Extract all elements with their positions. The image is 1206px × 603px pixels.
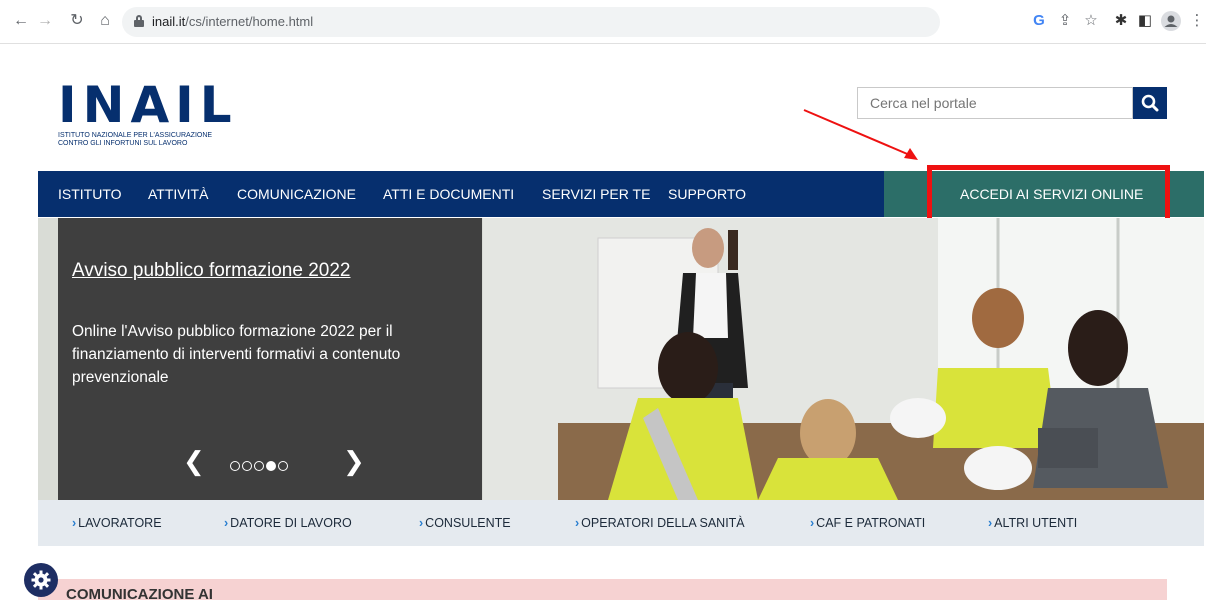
forward-arrow-icon[interactable]: → (34, 10, 56, 32)
audience-navigation: › LAVORATORE › DATORE DI LAVORO › CONSULENT… (38, 500, 1204, 546)
carousel-dot[interactable] (278, 461, 288, 471)
hero-description: Online l'Avviso pubblico formazione 2022… (72, 323, 401, 386)
browser-menu-icon[interactable]: ⋮ (1186, 10, 1206, 32)
home-icon[interactable]: ⌂ (94, 10, 116, 32)
logo-wordmark: INAIL (58, 76, 238, 134)
reload-icon[interactable]: ↻ (66, 10, 88, 32)
url-host: inail.it (152, 14, 186, 29)
main-navigation: ISTITUTO ATTIVITÀ COMUNICAZIONE ATTI E D… (38, 171, 884, 217)
carousel-dot[interactable] (242, 461, 252, 471)
nav-item-supporto[interactable]: SUPPORTO (668, 186, 746, 202)
chevron-right-icon: › (72, 516, 77, 530)
side-panel-icon[interactable]: ◧ (1134, 10, 1156, 32)
audience-item-altri-utenti[interactable]: › ALTRI UTENTI (988, 516, 1077, 530)
lock-icon (134, 15, 144, 27)
audience-item-caf-patronati[interactable]: › CAF E PATRONATI (810, 516, 925, 530)
audience-item-label: LAVORATORE (78, 516, 162, 530)
audience-item-consulente[interactable]: › CONSULENTE (419, 516, 511, 530)
nav-item-istituto[interactable]: ISTITUTO (58, 186, 122, 202)
audience-item-label: ALTRI UTENTI (994, 516, 1078, 530)
nav-item-attivita[interactable]: ATTIVITÀ (148, 186, 208, 202)
carousel-prev-chevron-icon[interactable]: ❮ (183, 446, 205, 476)
bookmark-star-icon[interactable]: ☆ (1080, 10, 1102, 32)
audience-item-label: CONSULENTE (425, 516, 511, 530)
hero-text-panel: Avviso pubblico formazione 2022 Online l… (58, 218, 482, 500)
audience-item-operatori-sanita[interactable]: › OPERATORI DELLA SANITÀ (575, 516, 745, 530)
chevron-right-icon: › (810, 516, 815, 530)
nav-item-servizi-per-te[interactable]: SERVIZI PER TE (542, 186, 650, 202)
audience-item-label: DATORE DI LAVORO (230, 516, 352, 530)
notice-banner: COMUNICAZIONE AI (38, 579, 1167, 603)
search-button[interactable] (1133, 87, 1167, 119)
profile-avatar-icon[interactable] (1160, 10, 1182, 32)
extensions-puzzle-icon[interactable]: ✱ (1110, 10, 1132, 32)
audience-item-label: CAF E PATRONATI (816, 516, 926, 530)
address-bar[interactable]: inail.it/cs/internet/home.html (122, 7, 940, 37)
hero-title-link[interactable]: Avviso pubblico formazione 2022 (72, 260, 351, 282)
logo-subtitle: ISTITUTO NAZIONALE PER L'ASSICURAZIONE C… (58, 132, 258, 148)
chevron-right-icon: › (988, 516, 993, 530)
back-arrow-icon[interactable]: ← (10, 10, 32, 32)
chevron-right-icon: › (575, 516, 580, 530)
audience-item-datore-di-lavoro[interactable]: › DATORE DI LAVORO (224, 516, 352, 530)
carousel-next-chevron-icon[interactable]: ❯ (343, 446, 365, 476)
carousel-dot[interactable] (230, 461, 240, 471)
carousel-dot-active[interactable] (266, 461, 276, 471)
audience-item-label: OPERATORI DELLA SANITÀ (581, 516, 745, 530)
notice-title: COMUNICAZIONE AI (66, 586, 213, 603)
annotation-arrow-icon (803, 109, 918, 160)
inail-logo[interactable]: INAIL ISTITUTO NAZIONALE PER L'ASSICURAZ… (58, 80, 258, 148)
browser-toolbar: ← → ↻ ⌂ inail.it/cs/internet/home.html G… (0, 0, 1206, 44)
nav-item-comunicazione[interactable]: COMUNICAZIONE (237, 186, 356, 202)
share-icon[interactable]: ⇪ (1054, 10, 1076, 32)
chevron-right-icon: › (224, 516, 229, 530)
logo-subtitle-line-2: CONTRO GLI INFORTUNI SUL LAVORO (58, 140, 188, 147)
carousel-dot[interactable] (254, 461, 264, 471)
nav-item-atti-e-documenti[interactable]: ATTI E DOCUMENTI (383, 186, 514, 202)
accessibility-settings-button[interactable] (24, 563, 58, 597)
annotation-highlight-box (927, 165, 1170, 226)
url-path: /cs/internet/home.html (185, 14, 314, 29)
google-icon[interactable]: G (1028, 10, 1050, 32)
carousel-pagination (230, 458, 290, 471)
chevron-right-icon: › (419, 516, 424, 530)
hero-carousel: Avviso pubblico formazione 2022 Online l… (38, 218, 1204, 500)
url-text: inail.it/cs/internet/home.html (152, 14, 313, 29)
audience-item-lavoratore[interactable]: › LAVORATORE (72, 516, 162, 530)
search-icon (1141, 94, 1159, 112)
gear-icon (31, 570, 51, 590)
